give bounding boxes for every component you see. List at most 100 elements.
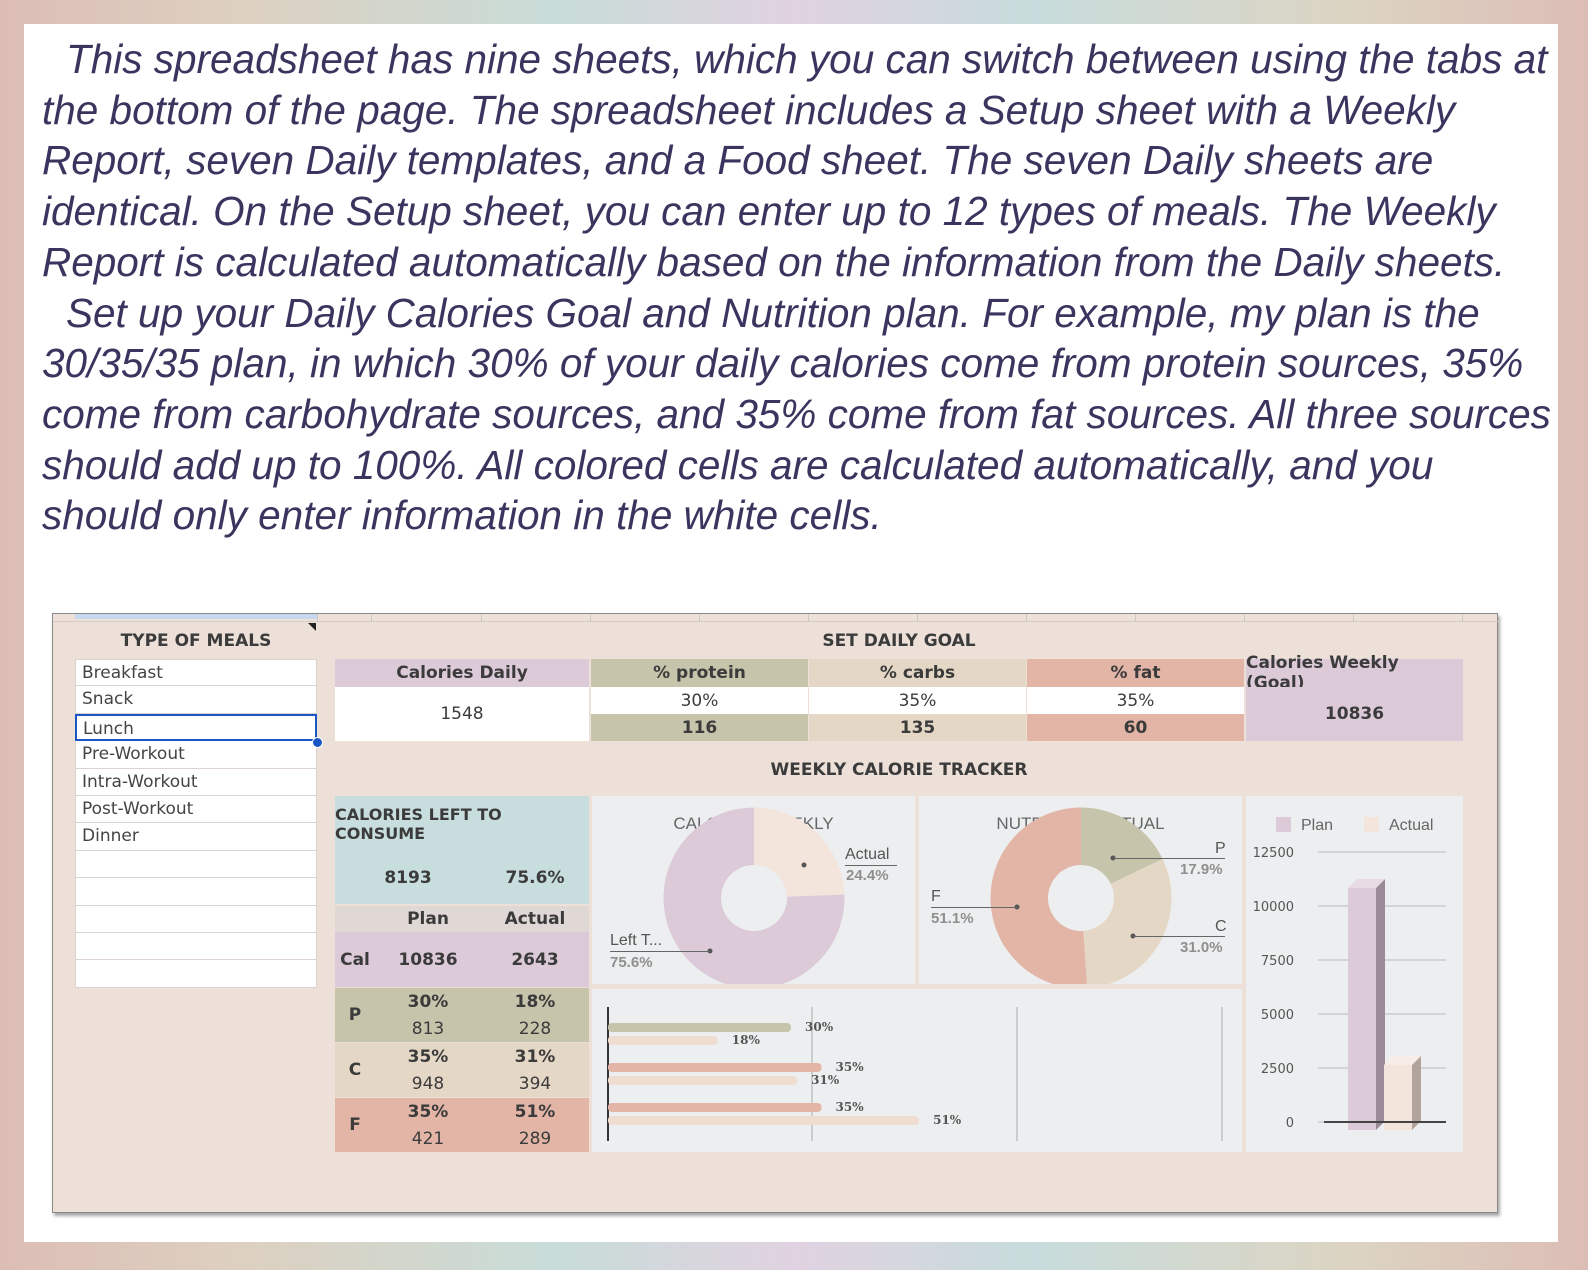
slice-label: P [1215,840,1226,857]
calories-left-value: 8193 [335,852,481,904]
bar-value-label: 35% [836,1100,865,1114]
carbs-row-key: C [335,1043,375,1097]
slice-label: Actual [845,846,890,863]
y-tick-label: 7500 [1261,954,1294,969]
nutrient-bar-chart: 30% 18% 35% 31% 35% 51% [592,989,1242,1152]
fat-grams: 60 [1027,714,1244,741]
y-tick-label: 0 [1286,1116,1294,1131]
meals-list: Breakfast Snack Lunch Pre-Workout Intra-… [75,659,317,988]
selected-column-highlight [75,614,317,619]
slice-label: F [931,888,941,905]
legend-label: Plan [1301,817,1333,834]
plan-bar [608,1103,822,1112]
meal-cell[interactable]: Dinner [75,823,317,851]
actual-bar [608,1036,718,1045]
slice-value-label: 24.4% [846,867,889,884]
donut-slice [1083,858,1172,984]
slice-value-label: 75.6% [610,954,653,971]
meal-cell[interactable] [75,850,317,879]
meal-cell-selected[interactable]: Lunch [75,713,317,742]
bar-value-label: 35% [836,1060,865,1074]
actual-col-label: Actual [481,906,589,932]
cal-row-key: Cal [335,932,375,987]
intro-text: This spreadsheet has nine sheets, which … [42,34,1552,541]
slice-value-label: 51.1% [931,910,974,927]
y-tick-label: 12500 [1253,846,1294,861]
calories-left-pct: 75.6% [481,852,589,904]
carbs-plan: 948 [375,1070,481,1097]
plan-actual-chart: Plan Actual 12500 10000 7500 5000 2500 0 [1246,796,1463,1152]
protein-grams: 116 [591,714,808,741]
protein-label: % protein [591,659,808,687]
meal-cell[interactable]: Intra-Workout [75,768,317,796]
page: This spreadsheet has nine sheets, which … [24,24,1558,1242]
calories-daily-input[interactable]: 1548 [335,687,589,741]
y-tick-label: 2500 [1261,1062,1294,1077]
meal-cell[interactable] [75,932,317,961]
meal-cell[interactable]: Pre-Workout [75,741,317,769]
fat-plan: 421 [375,1125,481,1152]
meal-cell[interactable] [75,878,317,906]
calories-weekly-value: 10836 [1246,687,1463,741]
calories-weekly-chart: CALORIES WEEKLY Actual 24.4% Left T... 7… [592,796,915,984]
meal-cell[interactable]: Snack [75,686,317,714]
meal-cell[interactable] [75,905,317,933]
y-tick-label: 5000 [1261,1008,1294,1023]
slice-value-label: 17.9% [1180,861,1223,878]
fat-actual-pct: 51% [481,1098,589,1125]
carbs-label: % carbs [809,659,1026,687]
plan-actual-bars: Plan Actual 12500 10000 7500 5000 2500 0 [1253,817,1446,1131]
meal-cell[interactable]: Post-Workout [75,795,317,824]
nutrients-actual-chart: NUTRIENTS ACTUAL P 17.9% C 31.0% F 51.1% [919,796,1242,984]
blank-cell [335,906,375,932]
plan-col-label: Plan [375,906,481,932]
fat-plan-pct: 35% [375,1098,481,1125]
bar-value-label: 31% [811,1073,840,1087]
nutrient-bars: 30%18%35%31%35%51% [607,1007,1223,1141]
goal-header: SET DAILY GOAL [822,631,976,651]
fill-handle[interactable] [312,737,323,748]
tracker-header: WEEKLY CALORIE TRACKER [770,760,1028,780]
carbs-grams: 135 [809,714,1026,741]
carbs-actual: 394 [481,1070,589,1097]
bar-side [1376,878,1385,1130]
donut-slice [990,807,1087,984]
bar-value-label: 18% [732,1033,761,1047]
carbs-actual-pct: 31% [481,1043,589,1070]
slice-value-label: 31.0% [1180,939,1223,956]
fat-actual: 289 [481,1125,589,1152]
cal-plan: 10836 [375,932,481,987]
bar-value-label: 51% [933,1113,962,1127]
plan-bar [608,1063,822,1072]
slice-label: C [1215,918,1227,935]
leader-dot [801,862,807,868]
y-tick-label: 10000 [1253,900,1294,915]
bar-side [1412,1055,1421,1130]
meal-cell[interactable] [75,960,317,988]
carbs-pct-input[interactable]: 35% [809,687,1026,714]
protein-actual-pct: 18% [481,988,589,1015]
protein-plan: 813 [375,1015,481,1042]
calories-weekly-label: Calories Weekly (Goal) [1246,653,1463,693]
cal-actual: 2643 [481,932,589,987]
fat-pct-input[interactable]: 35% [1027,687,1244,714]
protein-pct-input[interactable]: 30% [591,687,808,714]
protein-row-key: P [335,988,375,1042]
actual-bar [608,1116,920,1125]
plan-bar [608,1023,791,1032]
intro-paragraph-2: Set up your Daily Calories Goal and Nutr… [42,289,1551,539]
protein-plan-pct: 30% [375,988,481,1015]
plan-bar [1348,887,1376,1130]
legend-swatch-actual [1364,817,1379,832]
legend-label: Actual [1389,817,1433,834]
fat-row-key: F [335,1098,375,1152]
legend-swatch-plan [1276,817,1291,832]
column-header-strip [53,614,1499,622]
carbs-plan-pct: 35% [375,1043,481,1070]
meal-cell[interactable]: Breakfast [75,659,317,687]
calories-daily-label: Calories Daily [335,659,589,687]
slice-label: Left T... [610,932,663,949]
protein-actual: 228 [481,1015,589,1042]
donut-slice [754,807,845,897]
comment-marker [308,623,316,631]
